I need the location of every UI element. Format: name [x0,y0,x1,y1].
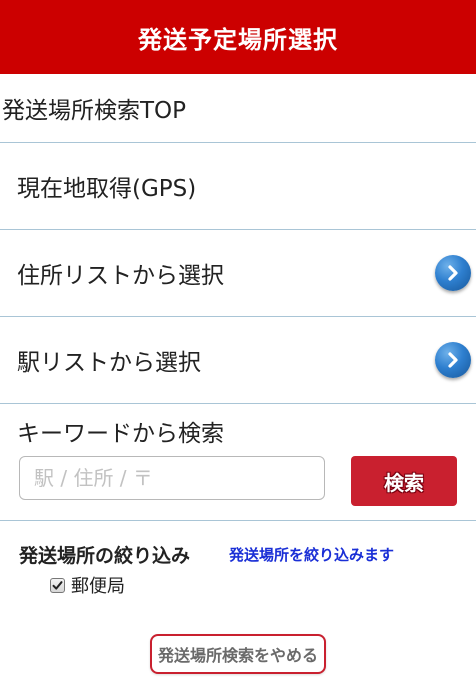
menu-item-station-list-label: 駅リストから選択 [17,350,201,376]
keyword-search-section: キーワードから検索 検索 [0,404,476,521]
menu-item-gps-label: 現在地取得(GPS) [17,176,197,202]
chevron-right-icon[interactable] [435,342,471,378]
checkmark-icon [52,580,63,590]
filter-title: 発送場所の絞り込み [19,545,191,567]
cancel-search-button[interactable]: 発送場所検索をやめる [149,634,326,674]
menu-item-address-list-label: 住所リストから選択 [17,263,224,289]
menu-item-search-top[interactable]: 発送場所検索TOP [0,74,476,143]
cancel-area: 発送場所検索をやめる [0,634,476,674]
keyword-search-input[interactable] [19,456,325,500]
keyword-search-title: キーワードから検索 [17,421,224,447]
menu-item-search-top-label: 発送場所検索TOP [2,98,187,124]
post-office-label: 郵便局 [71,576,125,597]
post-office-checkbox-row[interactable]: 郵便局 [50,572,125,598]
menu-item-address-list[interactable]: 住所リストから選択 [0,230,476,317]
filter-section: 発送場所の絞り込み 発送場所を絞り込みます 郵便局 [0,521,476,642]
filter-link[interactable]: 発送場所を絞り込みます [229,544,394,565]
post-office-checkbox[interactable] [50,577,65,593]
page-header: 発送予定場所選択 [0,0,476,74]
search-button[interactable]: 検索 [351,456,457,506]
menu-item-gps[interactable]: 現在地取得(GPS) [0,143,476,230]
menu-item-station-list[interactable]: 駅リストから選択 [0,317,476,404]
chevron-right-icon[interactable] [435,255,471,291]
page-title: 発送予定場所選択 [138,25,338,54]
